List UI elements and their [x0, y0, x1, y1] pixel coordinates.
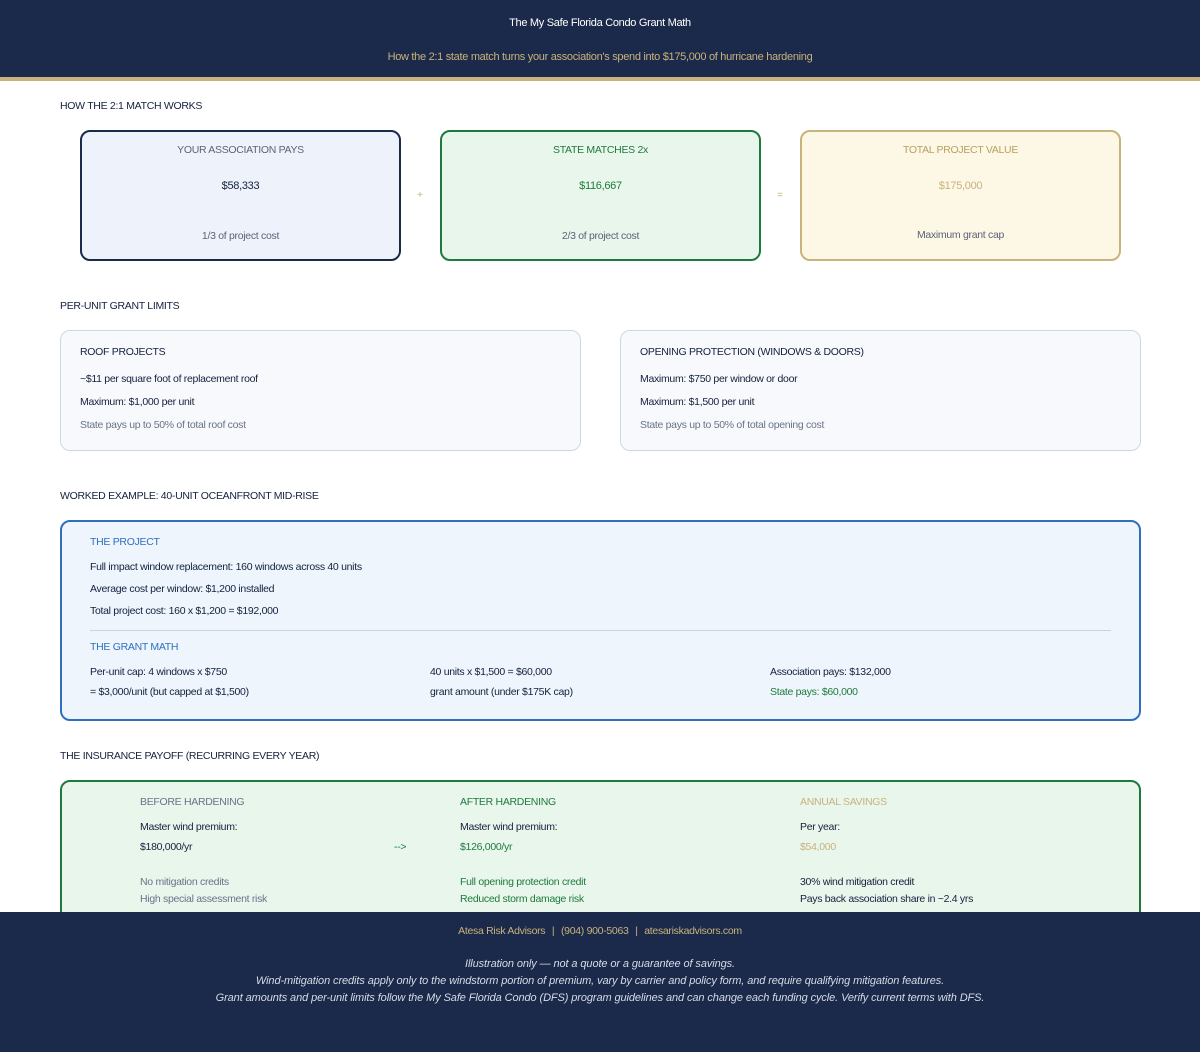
disclaimer-line-3: Grant amounts and per-unit limits follow… — [215, 992, 985, 1004]
state-matches-card: STATE MATCHES 2x $116,667 2/3 of project… — [440, 130, 761, 261]
before-label: Master wind premium: — [140, 821, 238, 833]
opening-line-2: Maximum: $1,500 per unit — [640, 396, 755, 408]
opening-note: State pays up to 50% of total opening co… — [640, 419, 825, 431]
total-project-amount: $175,000 — [938, 180, 983, 192]
math-col2-line1: 40 units x $1,500 = $60,000 — [430, 666, 552, 678]
total-project-card: TOTAL PROJECT VALUE $175,000 Maximum gra… — [800, 130, 1121, 261]
savings-note-1: 30% wind mitigation credit — [800, 876, 915, 888]
opening-title: OPENING PROTECTION (WINDOWS & DOORS) — [640, 346, 864, 358]
math-col1-line1: Per-unit cap: 4 windows x $750 — [90, 666, 227, 678]
project-heading: THE PROJECT — [90, 536, 160, 548]
section-title-limits: PER-UNIT GRANT LIMITS — [60, 300, 180, 312]
state-matches-amount: $116,667 — [579, 180, 622, 192]
savings-value: $54,000 — [800, 841, 836, 853]
roof-projects-card: ROOF PROJECTS ~$11 per square foot of re… — [60, 330, 581, 451]
roof-line-1: ~$11 per square foot of replacement roof — [80, 373, 258, 385]
section-title-insurance: THE INSURANCE PAYOFF (RECURRING EVERY YE… — [60, 750, 320, 762]
section-title-match: HOW THE 2:1 MATCH WORKS — [60, 100, 203, 112]
association-pays-label: YOUR ASSOCIATION PAYS — [177, 144, 304, 156]
math-col1-line2: = $3,000/unit (but capped at $1,500) — [90, 686, 249, 698]
after-label: Master wind premium: — [460, 821, 558, 833]
example-divider — [90, 630, 1111, 631]
after-heading: AFTER HARDENING — [460, 796, 556, 808]
state-pays-result: State pays: $60,000 — [770, 686, 858, 698]
after-note-1: Full opening protection credit — [460, 876, 586, 888]
roof-note: State pays up to 50% of total roof cost — [80, 419, 246, 431]
total-project-note: Maximum grant cap — [916, 229, 1005, 241]
association-pays-card: YOUR ASSOCIATION PAYS $58,333 1/3 of pro… — [80, 130, 401, 261]
roof-line-2: Maximum: $1,000 per unit — [80, 396, 195, 408]
page-subtitle: How the 2:1 state match turns your assoc… — [387, 51, 813, 63]
before-note-1: No mitigation credits — [140, 876, 229, 888]
opening-line-1: Maximum: $750 per window or door — [640, 373, 798, 385]
worked-example-card: THE PROJECT Full impact window replaceme… — [60, 520, 1141, 721]
opening-protection-card: OPENING PROTECTION (WINDOWS & DOORS) Max… — [620, 330, 1141, 451]
page-title: The My Safe Florida Condo Grant Math — [509, 17, 691, 29]
roof-title: ROOF PROJECTS — [80, 346, 166, 358]
plus-sign: + — [417, 190, 423, 201]
website-link[interactable]: atesariskadvisors.com — [644, 925, 742, 937]
savings-label: Per year: — [800, 821, 840, 833]
after-note-2: Reduced storm damage risk — [460, 893, 584, 905]
state-matches-note: 2/3 of project cost — [561, 230, 640, 242]
state-matches-label: STATE MATCHES 2x — [553, 144, 648, 156]
after-value: $126,000/yr — [460, 841, 513, 853]
arrow-icon: --> — [394, 841, 407, 853]
math-col2-line2: grant amount (under $175K cap) — [430, 686, 573, 698]
project-line-3: Total project cost: 160 x $1,200 = $192,… — [90, 605, 279, 617]
header-banner — [0, 0, 1200, 81]
savings-heading: ANNUAL SAVINGS — [800, 796, 887, 808]
footer-contact: Atesa Risk Advisors | (904) 900-5063 | a… — [0, 925, 1200, 937]
project-line-1: Full impact window replacement: 160 wind… — [90, 561, 362, 573]
section-title-example: WORKED EXAMPLE: 40-UNIT OCEANFRONT MID-R… — [60, 490, 319, 502]
before-note-2: High special assessment risk — [140, 893, 267, 905]
company-name: Atesa Risk Advisors — [458, 925, 546, 937]
before-value: $180,000/yr — [140, 841, 193, 853]
project-line-2: Average cost per window: $1,200 installe… — [90, 583, 275, 595]
separator: | — [551, 925, 555, 937]
separator: | — [635, 925, 638, 937]
savings-note-2: Pays back association share in ~2.4 yrs — [800, 893, 974, 905]
equals-sign: = — [777, 190, 783, 201]
association-pays-result: Association pays: $132,000 — [770, 666, 891, 678]
disclaimer-line-2: Wind-mitigation credits apply only to th… — [255, 975, 945, 987]
before-heading: BEFORE HARDENING — [140, 796, 245, 808]
grant-math-heading: THE GRANT MATH — [90, 641, 179, 653]
disclaimer-line-1: Illustration only — not a quote or a gua… — [465, 958, 735, 970]
association-pays-amount: $58,333 — [221, 180, 260, 192]
association-pays-note: 1/3 of project cost — [201, 230, 280, 242]
total-project-label: TOTAL PROJECT VALUE — [902, 144, 1019, 156]
phone-link[interactable]: (904) 900-5063 — [561, 925, 629, 937]
